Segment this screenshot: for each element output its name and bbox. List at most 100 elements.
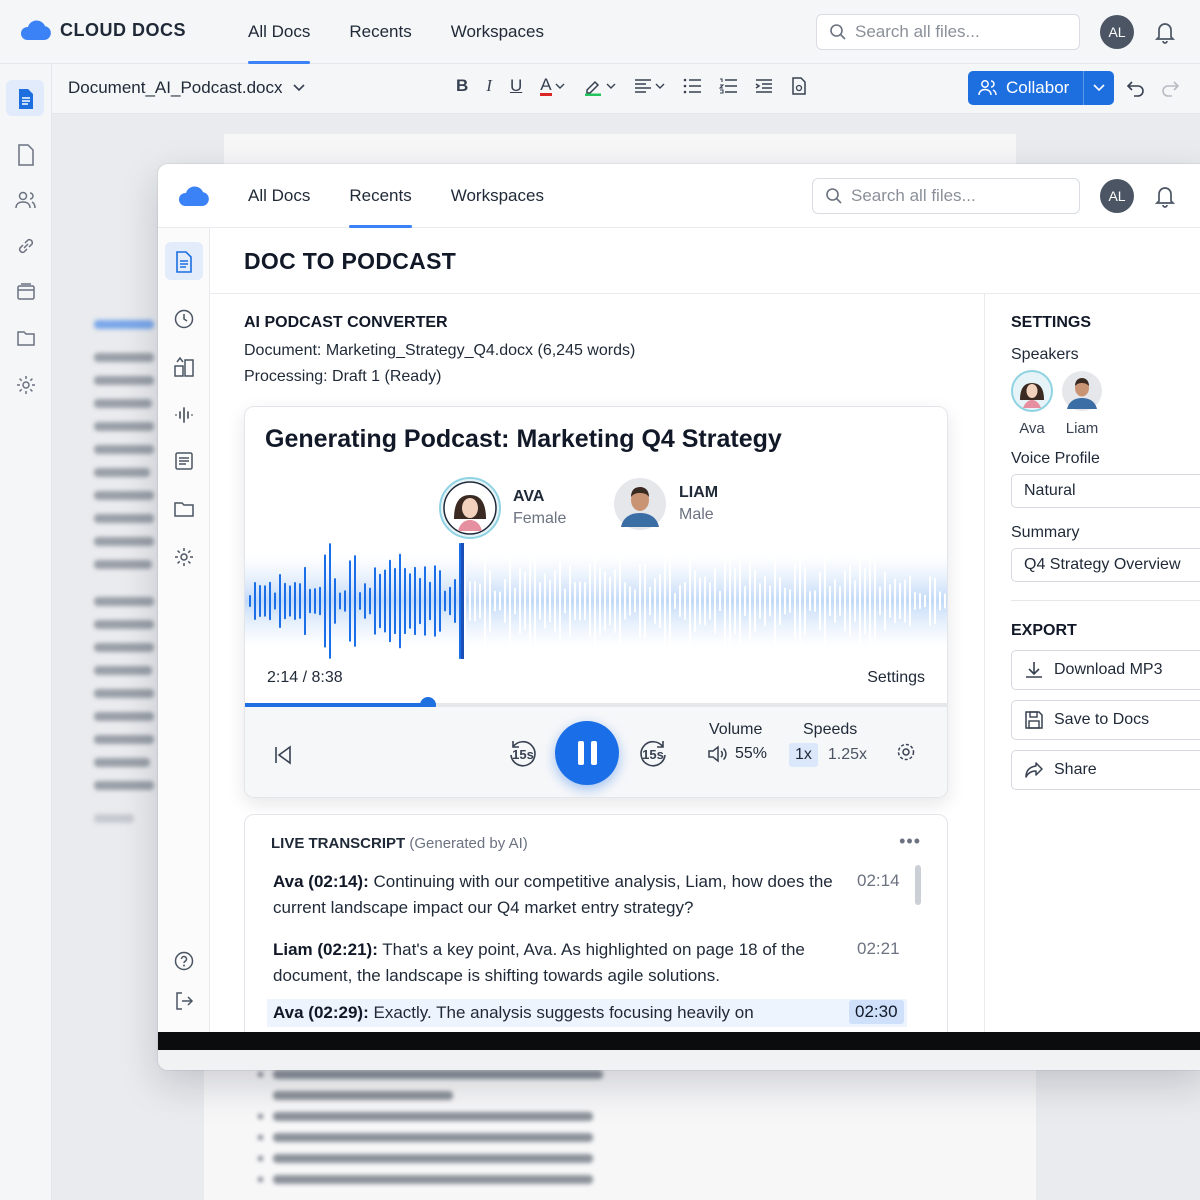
transcript-timestamp-current[interactable]: 02:30 [849, 1000, 904, 1024]
app-logo[interactable]: CLOUD DOCS [18, 18, 186, 42]
waveform-bar [579, 581, 581, 621]
waveform-bar [479, 583, 481, 619]
file-icon[interactable] [16, 144, 36, 166]
rewind-15-button[interactable]: 15s [505, 737, 539, 771]
help-icon[interactable] [173, 950, 195, 972]
waveform-bar [884, 571, 886, 631]
share-button[interactable]: Share [1011, 750, 1200, 790]
transcript-text: Exactly. The analysis suggests focusing … [373, 1003, 754, 1022]
save-to-docs-button[interactable]: Save to Docs [1011, 700, 1200, 740]
document-icon[interactable] [16, 88, 36, 110]
background-nav: All Docs Recents Workspaces [248, 0, 544, 64]
waveform-bar [934, 577, 936, 625]
transcript-entry[interactable]: Liam (02:21): That's a key point, Ava. A… [273, 937, 841, 989]
user-avatar[interactable]: AL [1100, 15, 1134, 49]
align-icon[interactable] [634, 79, 665, 93]
files-icon[interactable] [16, 282, 36, 302]
page-settings-icon[interactable] [791, 77, 807, 95]
clock-icon[interactable] [173, 308, 195, 330]
waveform-bar [564, 588, 566, 614]
gear-icon[interactable] [895, 741, 917, 763]
summary-select[interactable]: Q4 Strategy Overview [1011, 548, 1200, 582]
gear-icon[interactable] [15, 374, 37, 396]
more-options-icon[interactable]: ••• [899, 831, 921, 852]
nav-recents[interactable]: Recents [349, 0, 411, 64]
transcript-entry-current[interactable]: Ava (02:29): Exactly. The analysis sugge… [273, 1000, 841, 1026]
document-info: Document: Marketing_Strategy_Q4.docx (6,… [244, 342, 635, 360]
forward-label: 15s [642, 747, 664, 762]
waveform-bar [569, 565, 571, 637]
bell-icon[interactable] [1154, 184, 1176, 208]
pause-button[interactable] [555, 721, 619, 785]
cloud-logo-icon[interactable] [176, 184, 210, 208]
nav-recents[interactable]: Recents [349, 164, 413, 228]
logout-icon[interactable] [173, 990, 195, 1012]
waveform-bar [409, 573, 411, 629]
player-settings-link[interactable]: Settings [867, 669, 925, 687]
download-mp3-button[interactable]: Download MP3 [1011, 650, 1200, 690]
redo-icon[interactable] [1160, 78, 1180, 98]
undo-icon[interactable] [1126, 78, 1146, 98]
waveform-bar [764, 575, 766, 627]
bullet-list-icon[interactable] [683, 78, 701, 94]
waveform-bar [514, 587, 516, 615]
italic-icon[interactable]: I [486, 76, 492, 96]
indent-icon[interactable] [755, 78, 773, 94]
search-input[interactable]: Search all files... [816, 14, 1080, 50]
transcript-icon[interactable] [173, 450, 195, 472]
transcript-scrollbar[interactable] [915, 865, 921, 905]
speaker-ava[interactable]: AVA Female [439, 477, 566, 539]
link-icon[interactable] [16, 236, 36, 256]
collaborate-button[interactable]: Collabor [968, 71, 1115, 105]
users-icon[interactable] [15, 190, 37, 210]
speed-option-1x[interactable]: 1x [789, 743, 818, 767]
gear-icon[interactable] [173, 546, 195, 568]
highlight-icon[interactable] [583, 76, 616, 96]
waveform-bar [559, 561, 561, 641]
voice-profile-select[interactable]: Natural [1011, 474, 1200, 508]
folder-icon[interactable] [173, 498, 195, 520]
speed-option-125x[interactable]: 1.25x [828, 746, 867, 764]
workspace-icon[interactable] [173, 356, 195, 378]
waveform-bar [404, 567, 406, 635]
user-avatar[interactable]: AL [1100, 179, 1134, 213]
waveform-bar [879, 586, 881, 616]
transcript-entry[interactable]: Ava (02:14): Continuing with our competi… [273, 869, 841, 921]
folder-icon[interactable] [16, 328, 36, 348]
settings-speaker-liam[interactable]: Liam [1061, 370, 1103, 437]
underline-icon[interactable]: U [510, 76, 522, 96]
liam-name: LIAM [679, 484, 719, 501]
nav-workspaces[interactable]: Workspaces [451, 164, 544, 228]
skip-to-start-icon[interactable] [273, 745, 293, 765]
waveform-bar [354, 555, 356, 647]
page-header: DOC TO PODCAST [210, 228, 1200, 294]
waveform-bar [304, 566, 306, 636]
font-color-icon[interactable]: A [540, 76, 565, 96]
transcript-timestamp[interactable]: 02:14 [857, 871, 900, 891]
waveform-bar [324, 554, 326, 648]
volume-control[interactable]: 55% [707, 745, 767, 763]
numbered-list-icon[interactable] [718, 78, 737, 94]
bell-icon[interactable] [1154, 20, 1176, 44]
collaborate-dropdown[interactable] [1084, 71, 1114, 105]
users-icon [978, 80, 997, 96]
speaker-liam[interactable]: LIAM Male [613, 477, 718, 531]
transcript-timestamp[interactable]: 02:21 [857, 939, 900, 959]
settings-speaker-ava[interactable]: Ava [1011, 370, 1053, 437]
audio-wave-icon[interactable] [173, 404, 195, 426]
document-icon[interactable] [174, 251, 194, 273]
forward-15-button[interactable]: 15s [637, 737, 671, 771]
search-input[interactable]: Search all files... [812, 178, 1080, 214]
nav-workspaces[interactable]: Workspaces [451, 0, 544, 64]
waveform-bar [889, 584, 891, 618]
waveform-bar [584, 581, 586, 621]
transcript-speaker: Ava (02:29): [273, 1003, 369, 1022]
nav-all-docs[interactable]: All Docs [248, 0, 311, 64]
document-title[interactable]: Document_AI_Podcast.docx [68, 78, 305, 98]
nav-all-docs[interactable]: All Docs [248, 164, 310, 228]
waveform-bar [604, 571, 606, 631]
download-mp3-label: Download MP3 [1054, 661, 1163, 678]
audio-waveform[interactable] [245, 541, 948, 661]
waveform-bar [249, 594, 251, 608]
bold-icon[interactable]: B [456, 76, 468, 96]
